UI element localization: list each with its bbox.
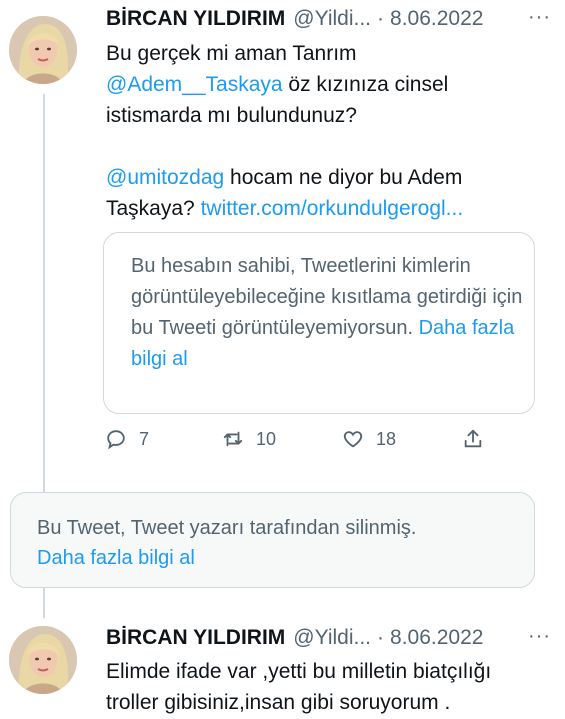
deleted-tweet-notice[interactable]: Bu Tweet, Tweet yazarı tarafından silinm…	[10, 492, 535, 588]
tweet-line: @umitozdag hocam ne diyor bu Adem	[106, 162, 546, 193]
tweet-line: Bu gerçek mi aman Tanrım	[106, 42, 357, 65]
reply-count: 7	[139, 428, 150, 449]
retweet-button[interactable]: 10	[222, 428, 276, 450]
deleted-notice: Bu Tweet, Tweet yazarı tarafından silinm…	[37, 513, 416, 573]
retweet-icon	[223, 431, 243, 447]
share-button[interactable]	[462, 428, 496, 450]
more-options-icon[interactable]: ···	[528, 625, 551, 648]
author-name[interactable]: BİRCAN YILDIRIM	[106, 7, 285, 31]
mention-link[interactable]: @umitozdag	[106, 166, 224, 189]
like-count: 18	[376, 428, 397, 449]
tweet-text: Bu gerçek mi aman Tanrım @Adem__Taskaya …	[106, 38, 546, 224]
retweet-count: 10	[256, 428, 277, 449]
thread-line-middle	[43, 588, 45, 618]
tweet-line: Taşkaya? twitter.com/orkundulgerogl...	[106, 193, 546, 224]
learn-more-link[interactable]: Daha fazla bilgi al	[37, 543, 416, 573]
tweet-actions: 7 10 18	[0, 428, 565, 458]
tweet-line: istismarda mı bulundunuz?	[106, 104, 357, 127]
mention-link[interactable]: @Adem__Taskaya	[106, 73, 283, 96]
author-name[interactable]: BİRCAN YILDIRIM	[106, 626, 285, 650]
tweet-header: BİRCAN YILDIRIM @Yildi... · 8.06.2022	[106, 6, 483, 32]
author-handle[interactable]: @Yildi...	[293, 626, 371, 650]
tweet-header: BİRCAN YILDIRIM @Yildi... · 8.06.2022	[106, 625, 483, 651]
deleted-notice-text: Bu Tweet, Tweet yazarı tarafından silinm…	[37, 517, 417, 539]
separator-dot: ·	[377, 626, 385, 649]
tweet-date[interactable]: 8.06.2022	[390, 7, 483, 31]
tweet-line: @Adem__Taskaya öz kızınıza cinsel	[106, 69, 546, 100]
tweet-line: Elimde ifade var ,yetti bu milletin biat…	[106, 660, 492, 683]
tweet-line-text: öz kızınıza cinsel	[282, 73, 449, 96]
quoted-tweet-unavailable[interactable]: Bu hesabın sahibi, Tweetlerini kimlerin …	[103, 232, 535, 414]
reply-icon	[107, 430, 125, 450]
like-button[interactable]: 18	[342, 428, 396, 450]
more-options-icon[interactable]: ···	[528, 6, 551, 29]
tweet-line: troller gibisiniz,insan gibi soruyorum .	[106, 691, 451, 714]
reply-button[interactable]: 7	[105, 428, 149, 450]
separator-dot: ·	[377, 7, 385, 30]
tweet-line-text: hocam ne diyor bu Adem	[224, 166, 463, 189]
url-link[interactable]: twitter.com/orkundulgerogl...	[201, 197, 464, 220]
author-handle[interactable]: @Yildi...	[293, 7, 371, 31]
tweet-line-text: Taşkaya?	[106, 197, 201, 220]
quote-notice: Bu hesabın sahibi, Tweetlerini kimlerin …	[131, 251, 531, 375]
tweet-date[interactable]: 8.06.2022	[390, 626, 483, 650]
tweet-text: Elimde ifade var ,yetti bu milletin biat…	[106, 656, 556, 718]
avatar[interactable]	[9, 16, 77, 84]
avatar[interactable]	[9, 626, 77, 694]
heart-icon	[343, 431, 363, 448]
share-icon	[464, 429, 482, 448]
